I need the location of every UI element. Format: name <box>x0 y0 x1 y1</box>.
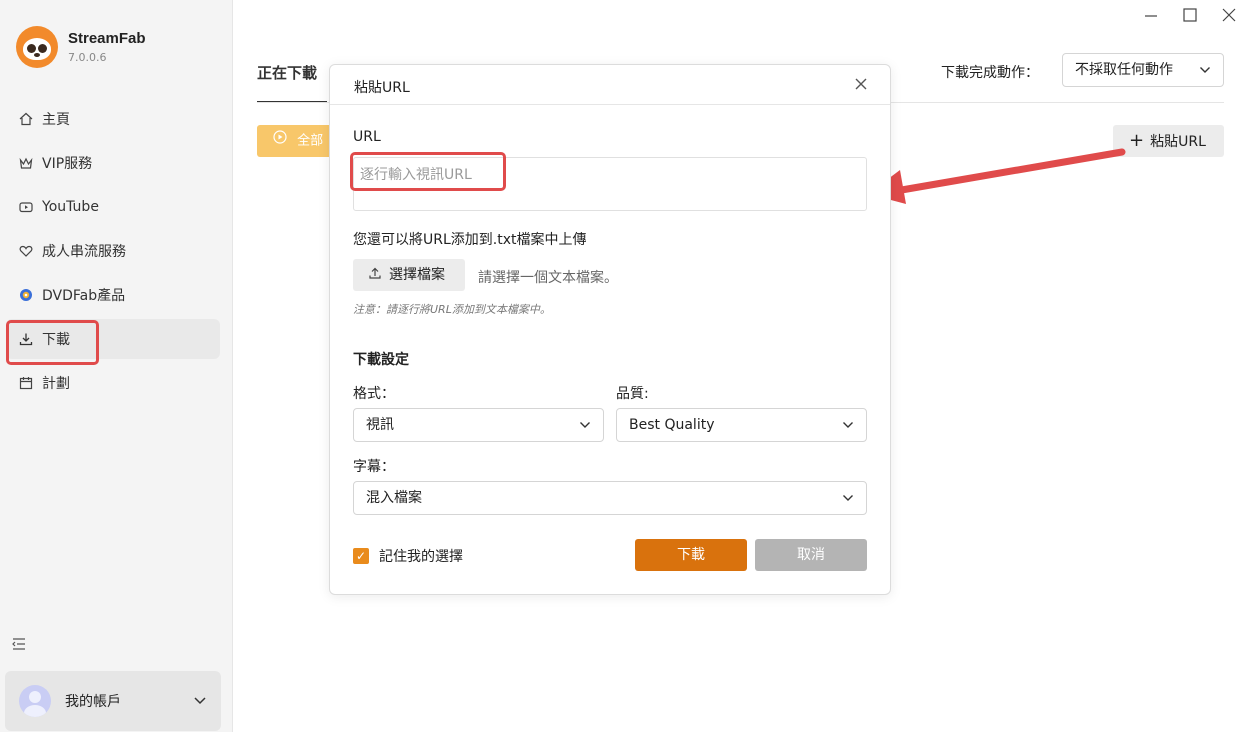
quality-select[interactable]: Best Quality <box>616 408 867 442</box>
start-all-button[interactable]: 全部 <box>257 125 335 157</box>
url-label: URL <box>353 129 381 145</box>
app-version: 7.0.0.6 <box>68 51 107 64</box>
start-all-label: 全部 <box>297 133 324 149</box>
paste-url-dialog: 粘貼URL URL 您還可以將URL添加到.txt檔案中上傳 選擇檔案 請選擇一… <box>329 64 891 595</box>
choose-file-button[interactable]: 選擇檔案 <box>353 259 465 291</box>
sidebar-item-dvdfab[interactable]: DVDFab產品 <box>6 275 220 315</box>
account-menu[interactable]: 我的帳戶 <box>5 671 221 731</box>
dvdfab-icon <box>18 287 34 303</box>
choose-file-hint: 請選擇一個文本檔案。 <box>478 270 618 286</box>
after-download-label: 下載完成動作： <box>941 65 1039 81</box>
minimize-icon[interactable] <box>1141 6 1161 26</box>
highlight-box-download <box>6 320 99 365</box>
chevron-down-icon <box>193 693 207 711</box>
youtube-icon <box>18 199 34 215</box>
sidebar-item-label: 主頁 <box>42 112 70 128</box>
heart-icon <box>18 243 34 259</box>
choose-file-label: 選擇檔案 <box>389 267 445 283</box>
remember-choice[interactable]: ✓ 記住我的選擇 <box>353 546 463 566</box>
subtitle-value: 混入檔案 <box>366 490 422 506</box>
vip-icon <box>18 155 34 171</box>
sidebar-item-label: 成人串流服務 <box>42 244 126 260</box>
chevron-down-icon <box>1199 54 1211 98</box>
sidebar: StreamFab 7.0.0.6 主頁 VIP服務 YouTube 成人串流服… <box>0 0 233 732</box>
sidebar-item-label: YouTube <box>42 199 99 215</box>
remember-label: 記住我的選擇 <box>379 549 463 565</box>
app-name: StreamFab <box>68 30 146 47</box>
quality-label: 品質: <box>616 386 649 402</box>
chevron-down-icon <box>842 482 854 527</box>
sidebar-item-home[interactable]: 主頁 <box>6 99 220 139</box>
quality-value: Best Quality <box>629 417 715 433</box>
dialog-title: 粘貼URL <box>354 80 410 96</box>
account-label: 我的帳戶 <box>65 694 121 710</box>
close-icon[interactable] <box>854 73 868 102</box>
download-button[interactable]: 下載 <box>635 539 747 571</box>
play-circle-icon <box>273 125 287 157</box>
close-window-icon[interactable] <box>1219 6 1239 26</box>
format-value: 視訊 <box>366 417 394 433</box>
chevron-down-icon <box>842 409 854 454</box>
plus-icon: + <box>1129 130 1145 151</box>
divider <box>330 104 890 105</box>
avatar <box>19 685 51 717</box>
sidebar-item-label: DVDFab產品 <box>42 288 126 304</box>
calendar-icon <box>18 375 34 391</box>
note-text: 注意：請逐行將URL添加到文本檔案中。 <box>353 303 551 316</box>
after-download-select[interactable]: 不採取任何動作 <box>1062 53 1224 87</box>
highlight-box-url <box>350 152 506 191</box>
subtitle-select[interactable]: 混入檔案 <box>353 481 867 515</box>
after-download-value: 不採取任何動作 <box>1075 62 1173 78</box>
remember-checkbox[interactable]: ✓ <box>353 548 369 564</box>
streamfab-logo-icon <box>16 26 58 68</box>
cancel-button[interactable]: 取消 <box>755 539 867 571</box>
sidebar-item-schedule[interactable]: 計劃 <box>6 363 220 403</box>
download-settings-title: 下載設定 <box>353 352 409 368</box>
sidebar-item-label: VIP服務 <box>42 156 93 172</box>
subtitle-label: 字幕： <box>353 459 395 475</box>
paste-url-label: 粘貼URL <box>1150 134 1206 150</box>
upload-icon <box>369 259 381 291</box>
maximize-icon[interactable] <box>1180 6 1200 26</box>
collapse-sidebar-icon[interactable] <box>11 636 27 652</box>
home-icon <box>18 111 34 127</box>
sidebar-item-label: 計劃 <box>42 376 70 392</box>
sidebar-item-youtube[interactable]: YouTube <box>6 187 220 227</box>
txt-upload-hint: 您還可以將URL添加到.txt檔案中上傳 <box>353 232 587 248</box>
sidebar-item-vip[interactable]: VIP服務 <box>6 143 220 183</box>
sidebar-item-adult-streaming[interactable]: 成人串流服務 <box>6 231 220 271</box>
format-select[interactable]: 視訊 <box>353 408 604 442</box>
annotation-arrow <box>868 148 1126 204</box>
format-label: 格式： <box>353 386 395 402</box>
tab-downloading[interactable]: 正在下載 <box>257 62 317 83</box>
brand: StreamFab 7.0.0.6 <box>16 26 146 68</box>
chevron-down-icon <box>579 409 591 454</box>
